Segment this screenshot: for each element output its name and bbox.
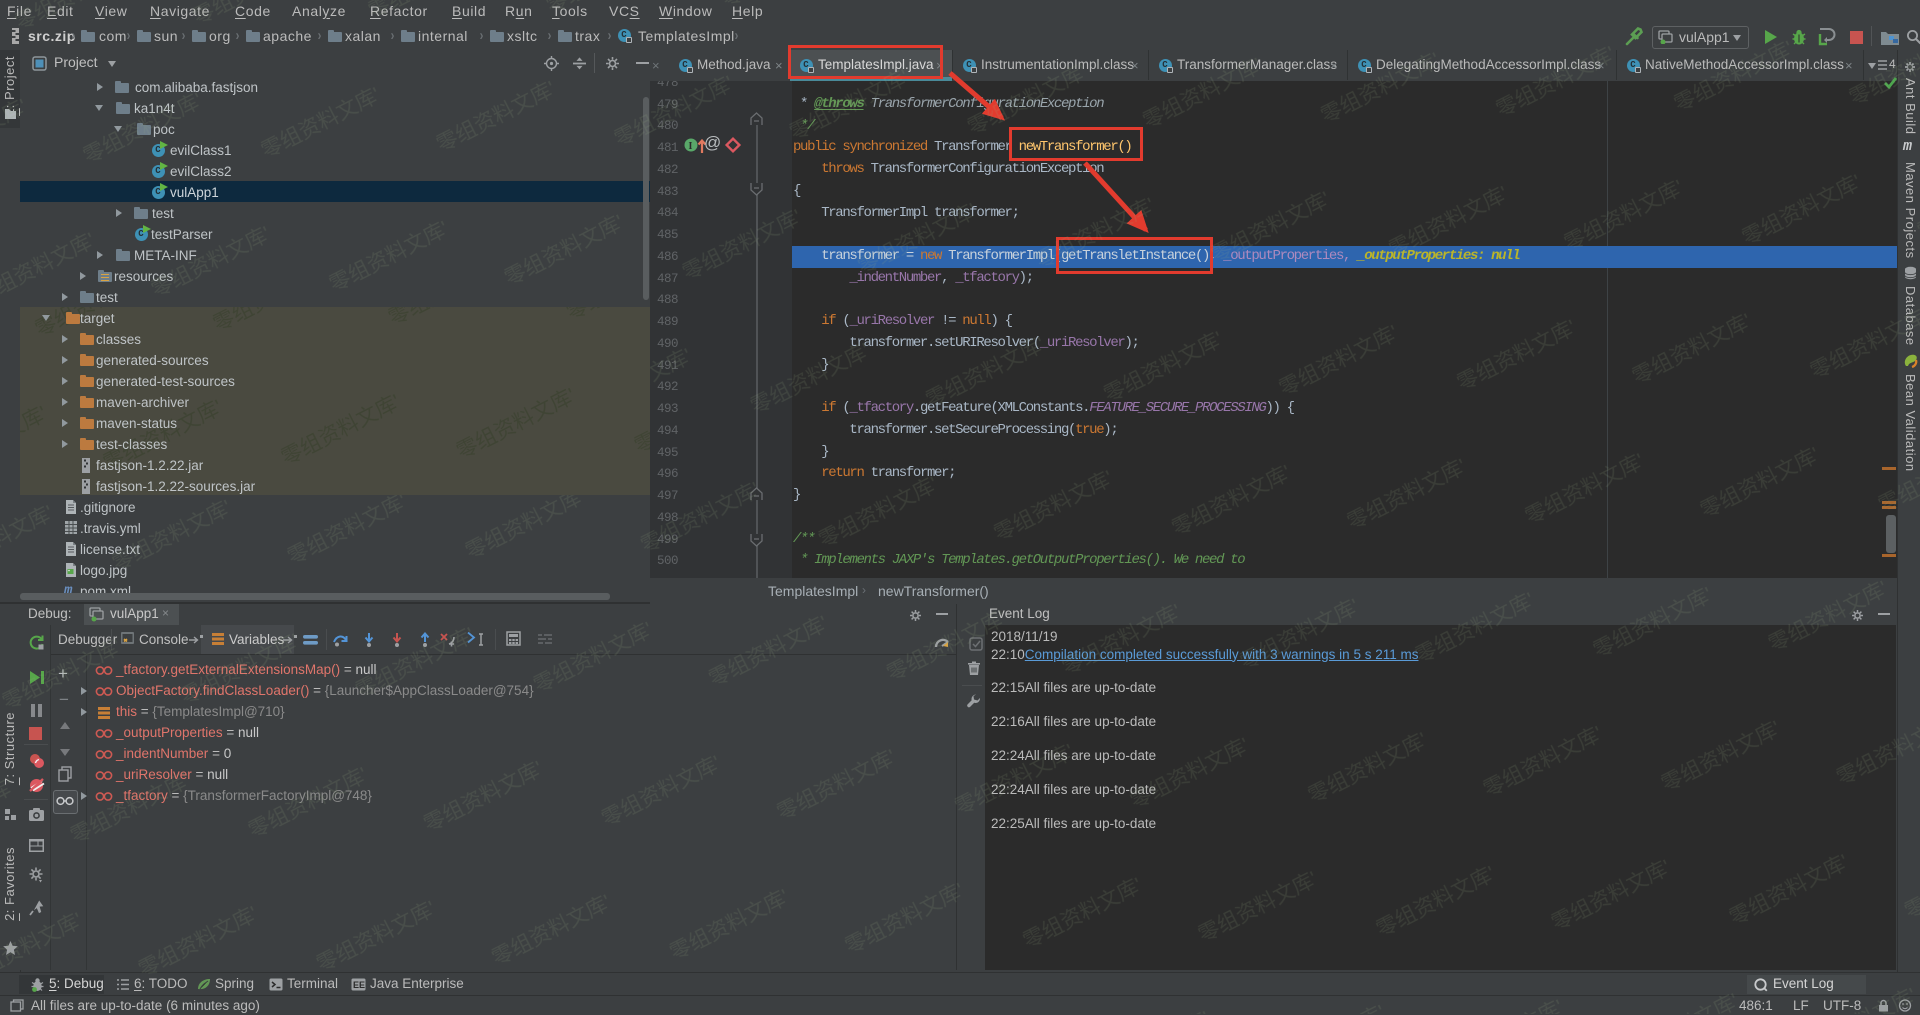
svg-text:I: I [689, 141, 693, 152]
svg-text:EE: EE [353, 980, 365, 990]
